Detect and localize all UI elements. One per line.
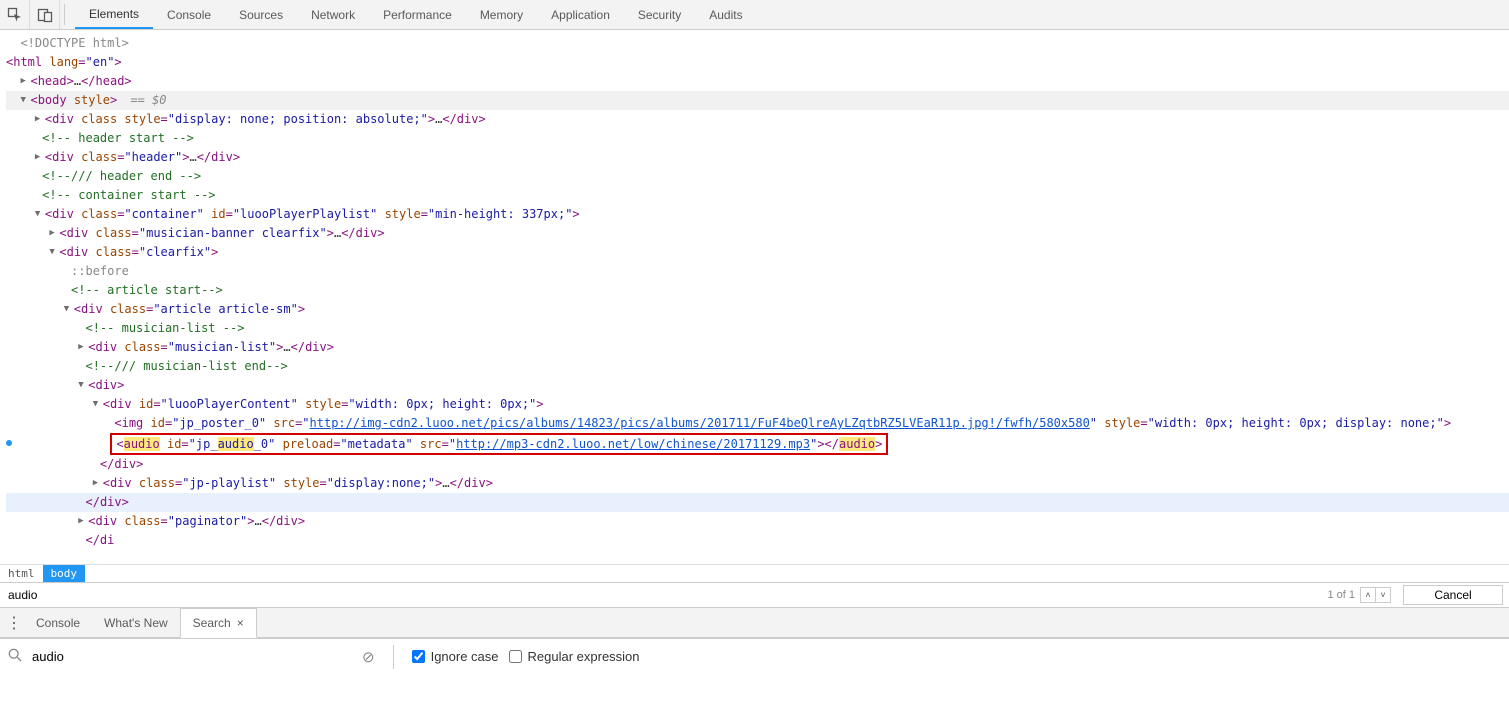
div-tag[interactable]: div	[52, 150, 74, 164]
find-count: 1 of 1	[1327, 589, 1355, 601]
div-tag[interactable]: div	[110, 476, 132, 490]
drawer-menu-icon[interactable]: ⋮	[4, 608, 24, 637]
expand-arrow-icon[interactable]: ▶	[20, 72, 30, 91]
collapse-arrow-icon[interactable]: ▼	[35, 205, 45, 224]
expand-arrow-icon[interactable]: ▶	[93, 474, 103, 493]
find-prev-button[interactable]: ˄	[1360, 587, 1376, 603]
drawer-tab-console[interactable]: Console	[24, 608, 92, 637]
chevron-up-icon: ˄	[1365, 590, 1370, 600]
div-tag[interactable]: div	[95, 378, 117, 392]
crumb-body[interactable]: body	[43, 565, 86, 582]
global-search-bar: ⊘ Ignore case Regular expression	[0, 638, 1509, 674]
find-cancel-button[interactable]: Cancel	[1403, 585, 1503, 605]
crumb-html[interactable]: html	[0, 565, 43, 582]
body-tag[interactable]: body	[38, 93, 67, 107]
global-search-input[interactable]	[32, 649, 352, 664]
expand-arrow-icon[interactable]: ▶	[49, 224, 59, 243]
tab-security[interactable]: Security	[624, 0, 695, 29]
div-close-tag[interactable]: div	[100, 495, 122, 509]
div-tag[interactable]: div	[95, 340, 117, 354]
expand-arrow-icon[interactable]: ▶	[78, 338, 88, 357]
img-tag[interactable]: img	[122, 416, 144, 430]
div-tag[interactable]: div	[110, 397, 132, 411]
expand-arrow-icon[interactable]: ▶	[78, 512, 88, 531]
audio-src-link[interactable]: http://mp3-cdn2.luoo.net/low/chinese/201…	[456, 437, 810, 451]
div-tag[interactable]: div	[67, 226, 89, 240]
comment-node[interactable]: <!--/// header end -->	[42, 169, 201, 183]
find-next-button[interactable]: ˅	[1375, 587, 1391, 603]
truncated-close: </di	[85, 533, 114, 547]
inspect-icon[interactable]	[0, 0, 30, 29]
collapse-arrow-icon[interactable]: ▼	[78, 376, 88, 395]
device-toggle-icon[interactable]	[30, 0, 60, 29]
chevron-down-icon: ˅	[1380, 590, 1385, 600]
close-icon[interactable]: ×	[237, 616, 244, 630]
search-highlight-box: <audio id="jp_audio_0" preload="metadata…	[110, 433, 888, 455]
doctype-node[interactable]: <!DOCTYPE html>	[20, 36, 128, 50]
drawer-tabs: ⋮ Console What's New Search×	[0, 608, 1509, 638]
regex-checkbox[interactable]: Regular expression	[509, 649, 640, 664]
tab-network[interactable]: Network	[297, 0, 369, 29]
pseudo-before[interactable]: ::before	[71, 264, 129, 278]
html-tag[interactable]: html	[13, 55, 42, 69]
comment-node[interactable]: <!--/// musician-list end-->	[85, 359, 287, 373]
search-match-marker-icon	[6, 440, 12, 446]
separator	[393, 645, 394, 669]
div-tag[interactable]: div	[81, 302, 103, 316]
search-icon	[8, 648, 22, 665]
div-tag[interactable]: div	[67, 245, 89, 259]
tab-performance[interactable]: Performance	[369, 0, 466, 29]
comment-node[interactable]: <!-- container start -->	[42, 188, 215, 202]
div-tag[interactable]: div	[52, 112, 74, 126]
selected-indicator: == $0	[123, 93, 166, 107]
main-tabs: Elements Console Sources Network Perform…	[75, 0, 757, 29]
find-input[interactable]	[6, 584, 1321, 606]
tab-application[interactable]: Application	[537, 0, 624, 29]
collapse-arrow-icon[interactable]: ▼	[20, 91, 30, 110]
tab-audits[interactable]: Audits	[695, 0, 756, 29]
clear-search-icon[interactable]: ⊘	[362, 648, 375, 666]
collapse-arrow-icon[interactable]: ▼	[49, 243, 59, 262]
comment-node[interactable]: <!-- article start-->	[71, 283, 223, 297]
tab-memory[interactable]: Memory	[466, 0, 537, 29]
drawer-tab-search[interactable]: Search×	[180, 608, 257, 638]
tab-console[interactable]: Console	[153, 0, 225, 29]
dom-breadcrumb: html body	[0, 564, 1509, 582]
toolbar-separator	[64, 4, 65, 25]
elements-panel: <!DOCTYPE html> <html lang="en"> ▶<head>…	[0, 30, 1509, 564]
tab-sources[interactable]: Sources	[225, 0, 297, 29]
expand-arrow-icon[interactable]: ▶	[35, 110, 45, 129]
devtools-toolbar: Elements Console Sources Network Perform…	[0, 0, 1509, 30]
div-tag[interactable]: div	[95, 514, 117, 528]
img-src-link[interactable]: http://img-cdn2.luoo.net/pics/albums/148…	[310, 416, 1090, 430]
comment-node[interactable]: <!-- musician-list -->	[85, 321, 244, 335]
expand-arrow-icon[interactable]: ▶	[35, 148, 45, 167]
head-tag[interactable]: head	[38, 74, 67, 88]
div-tag[interactable]: div	[52, 207, 74, 221]
dom-tree[interactable]: <!DOCTYPE html> <html lang="en"> ▶<head>…	[0, 30, 1509, 564]
ignore-case-checkbox[interactable]: Ignore case	[412, 649, 499, 664]
comment-node[interactable]: <!-- header start -->	[42, 131, 194, 145]
div-close-tag[interactable]: div	[114, 457, 136, 471]
collapse-arrow-icon[interactable]: ▼	[93, 395, 103, 414]
audio-tag[interactable]: audio	[124, 437, 160, 451]
tab-elements[interactable]: Elements	[75, 0, 153, 29]
collapse-arrow-icon[interactable]: ▼	[64, 300, 74, 319]
drawer-tab-whatsnew[interactable]: What's New	[92, 608, 180, 637]
find-bar: 1 of 1 ˄ ˅ Cancel	[0, 582, 1509, 608]
